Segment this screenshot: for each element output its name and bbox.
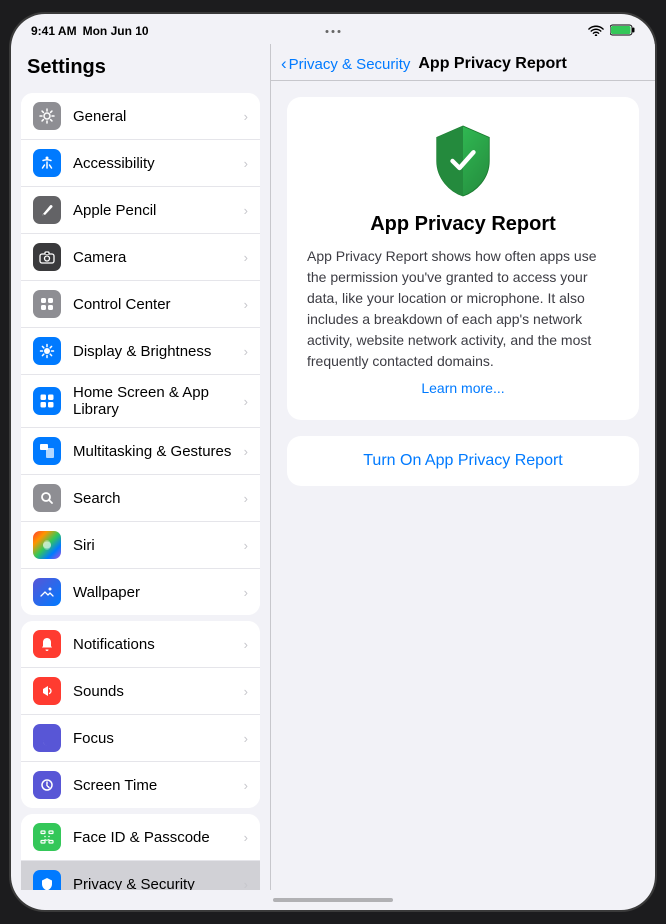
sounds-icon [33,677,61,705]
nav-back-label: Privacy & Security [289,56,411,73]
sidebar-item-sounds[interactable]: Sounds › [21,668,260,715]
search-chevron: › [244,491,248,506]
screen-time-label: Screen Time [73,777,244,794]
sidebar-item-control-center[interactable]: Control Center › [21,281,260,328]
accessibility-label: Accessibility [73,155,244,172]
sidebar-item-focus[interactable]: Focus › [21,715,260,762]
home-screen-icon [33,387,61,415]
sounds-chevron: › [244,684,248,699]
multitasking-chevron: › [244,444,248,459]
sidebar-item-accessibility[interactable]: Accessibility › [21,140,260,187]
screen-time-chevron: › [244,778,248,793]
focus-chevron: › [244,731,248,746]
home-screen-label: Home Screen & App Library [73,384,244,418]
sidebar-item-notifications[interactable]: Notifications › [21,621,260,668]
screen-time-icon [33,771,61,799]
general-icon [33,102,61,130]
battery-icon [610,24,635,39]
sidebar-group-3: Face ID & Passcode › Privacy & Security … [21,814,260,890]
privacy-security-icon [33,870,61,890]
notifications-icon [33,630,61,658]
wallpaper-label: Wallpaper [73,584,244,601]
face-id-icon [33,823,61,851]
wifi-icon [588,24,604,39]
main-content: Settings General › Accessibility › [11,44,655,890]
privacy-report-card: App Privacy Report App Privacy Report sh… [287,97,639,420]
card-title: App Privacy Report [307,213,619,236]
apple-pencil-icon [33,196,61,224]
sidebar-item-camera[interactable]: Camera › [21,234,260,281]
sidebar-item-display-brightness[interactable]: Display & Brightness › [21,328,260,375]
sidebar: Settings General › Accessibility › [11,44,271,890]
status-dot-1 [326,30,329,33]
sidebar-group-2: Notifications › Sounds › Focus › [21,621,260,808]
status-dot-3 [338,30,341,33]
focus-label: Focus [73,730,244,747]
focus-icon [33,724,61,752]
privacy-security-chevron: › [244,877,248,891]
panel-body: App Privacy Report App Privacy Report sh… [271,81,655,502]
home-screen-chevron: › [244,394,248,409]
display-brightness-chevron: › [244,344,248,359]
notifications-chevron: › [244,637,248,652]
general-label: General [73,108,244,125]
control-center-icon [33,290,61,318]
card-description: App Privacy Report shows how often apps … [307,246,619,372]
sidebar-item-apple-pencil[interactable]: Apple Pencil › [21,187,260,234]
wallpaper-chevron: › [244,585,248,600]
sidebar-item-siri[interactable]: Siri › [21,522,260,569]
multitasking-label: Multitasking & Gestures [73,443,244,460]
display-brightness-icon [33,337,61,365]
wallpaper-icon [33,578,61,606]
ipad-frame: 9:41 AM Mon Jun 10 [9,12,657,912]
general-chevron: › [244,109,248,124]
search-icon [33,484,61,512]
camera-chevron: › [244,250,248,265]
home-indicator [11,890,655,910]
sidebar-item-face-id[interactable]: Face ID & Passcode › [21,814,260,861]
right-panel: ‹ Privacy & Security App Privacy Report [271,44,655,890]
camera-icon [33,243,61,271]
sidebar-item-home-screen[interactable]: Home Screen & App Library › [21,375,260,428]
nav-bar: ‹ Privacy & Security App Privacy Report [271,44,655,81]
sidebar-item-privacy-security[interactable]: Privacy & Security › [21,861,260,890]
face-id-chevron: › [244,830,248,845]
display-brightness-label: Display & Brightness [73,343,244,360]
home-bar [273,898,393,902]
apple-pencil-chevron: › [244,203,248,218]
sidebar-group-1: General › Accessibility › Apple Pencil › [21,93,260,615]
siri-icon [33,531,61,559]
back-chevron-icon: ‹ [281,54,287,74]
search-label: Search [73,490,244,507]
face-id-label: Face ID & Passcode [73,829,244,846]
status-dot-2 [332,30,335,33]
accessibility-chevron: › [244,156,248,171]
accessibility-icon [33,149,61,177]
siri-chevron: › [244,538,248,553]
status-date: Mon Jun 10 [83,24,149,38]
sidebar-item-multitasking[interactable]: Multitasking & Gestures › [21,428,260,475]
control-center-chevron: › [244,297,248,312]
sidebar-item-wallpaper[interactable]: Wallpaper › [21,569,260,615]
siri-label: Siri [73,537,244,554]
shield-icon-wrapper [307,121,619,201]
turn-on-button[interactable]: Turn On App Privacy Report [287,436,639,486]
status-bar: 9:41 AM Mon Jun 10 [11,14,655,44]
apple-pencil-label: Apple Pencil [73,202,244,219]
privacy-security-label: Privacy & Security [73,876,244,891]
control-center-label: Control Center [73,296,244,313]
learn-more-link[interactable]: Learn more... [307,380,619,396]
notifications-label: Notifications [73,636,244,653]
nav-title: App Privacy Report [418,55,566,73]
sounds-label: Sounds [73,683,244,700]
sidebar-title: Settings [11,44,270,87]
privacy-shield-icon [428,121,498,201]
status-time: 9:41 AM [31,24,77,38]
sidebar-item-screen-time[interactable]: Screen Time › [21,762,260,808]
multitasking-icon [33,437,61,465]
camera-label: Camera [73,249,244,266]
sidebar-item-search[interactable]: Search › [21,475,260,522]
sidebar-item-general[interactable]: General › [21,93,260,140]
nav-back-button[interactable]: ‹ Privacy & Security [281,54,410,74]
